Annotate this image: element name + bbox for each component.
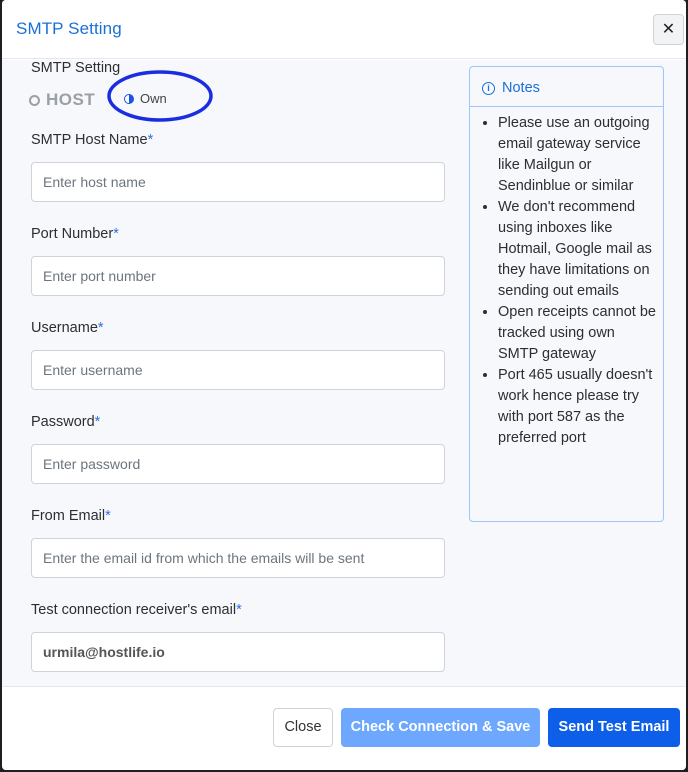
notes-title: Notes xyxy=(502,80,540,96)
notes-divider xyxy=(470,106,663,107)
radio-host-label: HOST xyxy=(46,90,96,109)
required-mark: * xyxy=(105,508,111,524)
notes-item: Open receipts cannot be tracked using ow… xyxy=(498,302,658,365)
host-input[interactable] xyxy=(31,162,445,202)
test-email-input[interactable] xyxy=(31,632,445,672)
password-label-text: Password xyxy=(31,414,95,430)
modal-body: SMTP Setting HOST Own SMTP Host Name* Po… xyxy=(2,60,686,686)
info-icon: i xyxy=(482,81,495,95)
required-mark: * xyxy=(113,226,119,242)
test-email-label: Test connection receiver's email* xyxy=(31,602,242,618)
notes-item: We don't recommend using inboxes like Ho… xyxy=(498,197,658,302)
required-mark: * xyxy=(236,602,242,618)
host-label-text: SMTP Host Name xyxy=(31,132,148,148)
modal-header: SMTP Setting ✕ xyxy=(2,0,686,59)
required-mark: * xyxy=(94,414,101,430)
send-test-email-button[interactable]: Send Test Email xyxy=(548,708,680,747)
from-email-input[interactable] xyxy=(31,538,445,578)
port-input[interactable] xyxy=(31,256,445,296)
username-input[interactable] xyxy=(31,350,445,390)
modal-footer: Close Check Connection & Save Send Test … xyxy=(2,686,686,770)
port-label: Port Number* xyxy=(31,226,119,242)
test-email-label-text: Test connection receiver's email xyxy=(31,602,237,618)
password-label: Password* xyxy=(31,414,100,430)
from-email-label-text: From Email xyxy=(31,508,106,524)
notes-header: i Notes xyxy=(482,80,540,96)
notes-item: Please use an outgoing email gateway ser… xyxy=(498,113,658,197)
username-label: Username* xyxy=(31,320,104,336)
notes-list: Please use an outgoing email gateway ser… xyxy=(498,113,658,449)
close-button[interactable]: Close xyxy=(273,708,333,747)
modal-title: SMTP Setting xyxy=(16,19,122,38)
radio-own[interactable]: Own xyxy=(124,91,167,106)
required-mark: * xyxy=(97,320,104,336)
required-mark: * xyxy=(147,132,154,148)
radio-own-label: Own xyxy=(140,91,167,106)
from-email-label: From Email* xyxy=(31,508,111,524)
radio-host[interactable]: HOST xyxy=(29,90,95,110)
username-label-text: Username xyxy=(31,320,98,336)
smtp-setting-modal: SMTP Setting ✕ SMTP Setting HOST Own SMT… xyxy=(2,0,686,770)
host-label: SMTP Host Name* xyxy=(31,132,153,148)
password-input[interactable] xyxy=(31,444,445,484)
radio-host-circle-icon[interactable] xyxy=(29,94,40,106)
close-icon[interactable]: ✕ xyxy=(653,14,684,45)
notes-item: Port 465 usually doesn't work hence plea… xyxy=(498,365,658,449)
port-label-text: Port Number xyxy=(31,226,114,242)
radio-own-circle-icon[interactable] xyxy=(124,93,134,104)
check-connection-save-button[interactable]: Check Connection & Save xyxy=(341,708,540,747)
notes-panel: i Notes Please use an outgoing email gat… xyxy=(469,66,664,522)
